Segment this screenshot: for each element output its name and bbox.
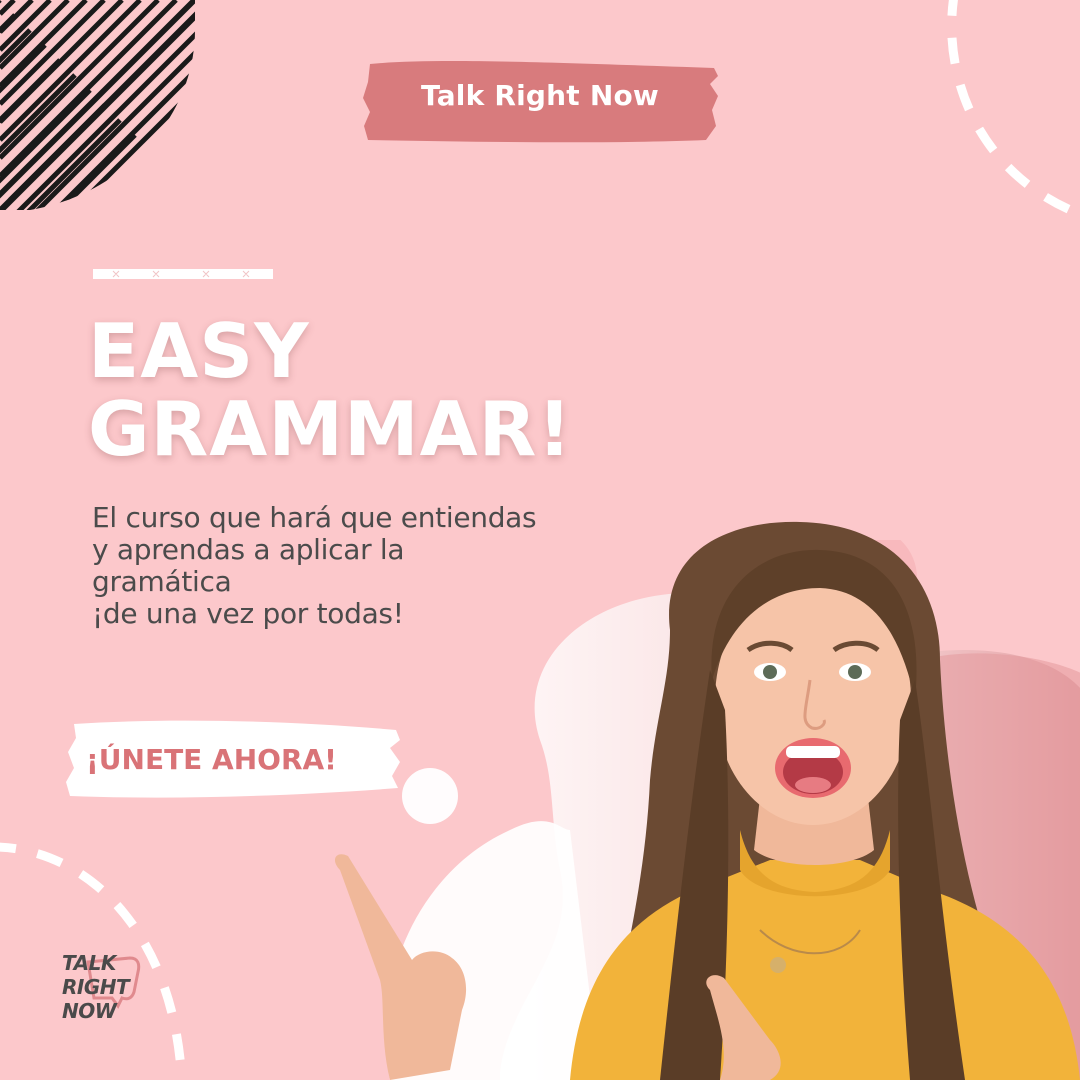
- join-now-label: ¡ÚNETE AHORA!: [86, 743, 337, 776]
- stripes-decoration-icon: [0, 0, 195, 210]
- woman-pointing-illustration-icon: [334, 521, 1080, 1080]
- join-now-button[interactable]: ¡ÚNETE AHORA!: [64, 716, 404, 800]
- dashed-arc-top-icon: [947, 0, 1077, 217]
- logo-line-2: RIGHT: [62, 975, 130, 999]
- header-badge-text: Talk Right Now: [421, 79, 659, 112]
- promo-canvas: Talk Right Now EASY GRAMMAR! El curso qu…: [0, 0, 1080, 1080]
- logo-line-1: TALK: [62, 951, 116, 975]
- headline-line-1: EASY: [88, 307, 310, 395]
- headline-line-2: GRAMMAR!: [88, 385, 573, 473]
- headline: EASY GRAMMAR!: [88, 312, 648, 468]
- decorative-rule-icon: [93, 269, 273, 279]
- header-badge[interactable]: Talk Right Now: [362, 56, 722, 148]
- brand-logo: TALK RIGHT NOW: [48, 948, 148, 1032]
- logo-line-3: NOW: [62, 999, 117, 1023]
